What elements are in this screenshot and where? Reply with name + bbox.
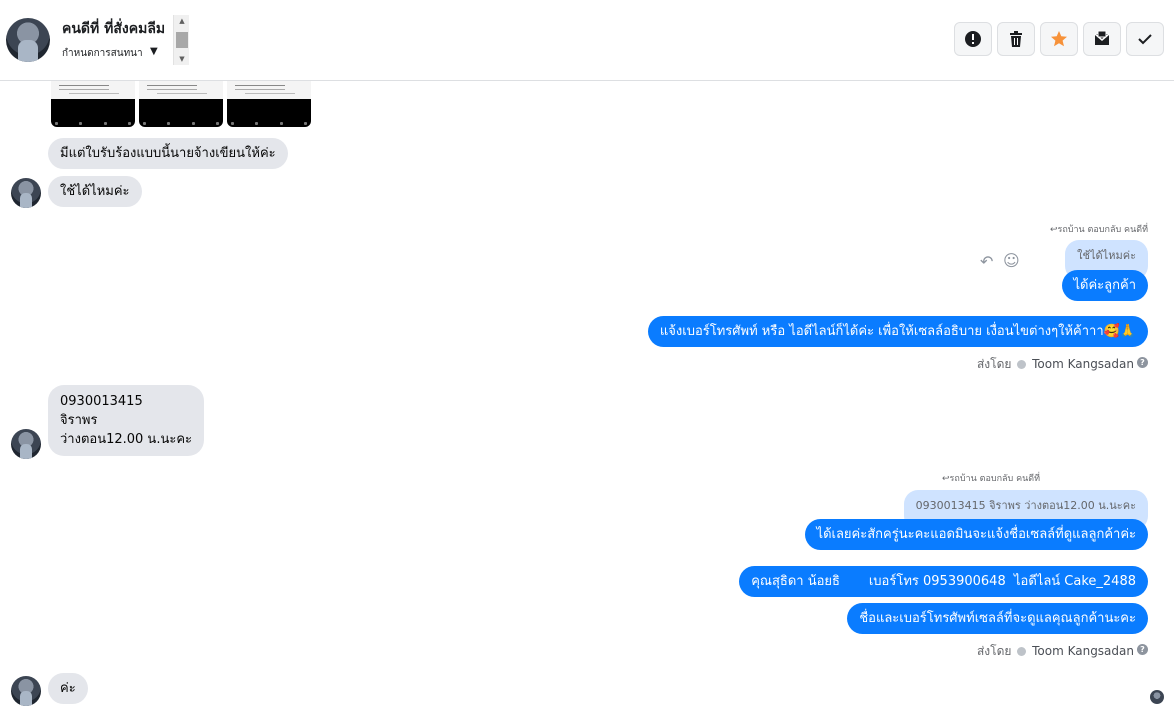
- outgoing-message[interactable]: ได้ค่ะลูกค้า: [1061, 270, 1148, 301]
- mark-spam-button[interactable]: [954, 22, 992, 56]
- mark-unread-button[interactable]: [1083, 22, 1121, 56]
- sent-by-label: ส่งโดย: [976, 357, 1012, 371]
- status-scrollbar[interactable]: ▲ ▼: [173, 15, 189, 65]
- scroll-down-icon[interactable]: ▼: [174, 53, 190, 65]
- scroll-thumb[interactable]: [176, 32, 188, 48]
- verified-icon: [1017, 360, 1027, 369]
- outgoing-message[interactable]: ชื่อและเบอร์โทรศัพท์เซลล์ที่จะดูแลคุณลูก…: [847, 603, 1148, 634]
- incoming-message[interactable]: มีแต่ใบรับร้องแบบนี้นายจ้างเขียนให้ค่ะ: [48, 138, 288, 169]
- reply-label-text: รถบ้าน ตอบกลับ คนดีที่: [1057, 225, 1148, 235]
- incoming-message[interactable]: ค่ะ: [48, 673, 88, 704]
- star-button[interactable]: [1040, 22, 1078, 56]
- message-line: 0930013415: [60, 394, 143, 409]
- attachment-image[interactable]: [51, 81, 135, 127]
- check-icon: [1138, 34, 1152, 45]
- read-receipt-avatar: [1150, 690, 1164, 704]
- reply-label: ↩รถบ้าน ตอบกลับ คนดีที่: [942, 471, 1040, 485]
- trash-icon: [1010, 31, 1022, 47]
- incoming-message[interactable]: 0930013415 จิราพร ว่างตอน12.00 น.นะคะ: [48, 385, 204, 456]
- contact-avatar-small[interactable]: [11, 178, 41, 208]
- outgoing-message[interactable]: ได้เลยค่ะสักครู่นะคะแอดมินจะแจ้งชื่อเซลล…: [804, 519, 1148, 550]
- outgoing-message[interactable]: คุณสุธิดา น้อยธิ เบอร์โทร 0953900648 ไอด…: [739, 566, 1148, 597]
- incoming-message[interactable]: ใช้ได้ไหมค่ะ: [48, 176, 142, 207]
- contact-name[interactable]: คนดีที่ ที่สั่งคมลีม: [62, 18, 174, 40]
- star-icon: [1051, 31, 1067, 47]
- reply-label-text: รถบ้าน ตอบกลับ คนดีที่: [949, 474, 1041, 484]
- message-line: ว่างตอน12.00 น.นะคะ: [60, 432, 192, 447]
- reply-label: ↩รถบ้าน ตอบกลับ คนดีที่: [1050, 222, 1148, 236]
- attachment-image[interactable]: [227, 81, 311, 127]
- sender-name[interactable]: Toom Kangsadan: [1032, 644, 1134, 658]
- help-icon[interactable]: ?: [1137, 357, 1148, 368]
- sender-name[interactable]: Toom Kangsadan: [1032, 357, 1134, 371]
- exclamation-icon: [965, 31, 981, 47]
- status-dropdown-icon[interactable]: ▼: [150, 46, 158, 57]
- outgoing-message[interactable]: แจ้งเบอร์โทรศัพท์ หรือ ไอดีไลน์ก็ได้ค่ะ …: [647, 316, 1148, 347]
- contact-avatar-small[interactable]: [11, 676, 41, 706]
- verified-icon: [1017, 647, 1027, 656]
- conversation-header: คนดีที่ ที่สั่งคมลีม กำหนดการสนทนา ▼ ▲ ▼: [0, 0, 1174, 81]
- help-icon[interactable]: ?: [1137, 644, 1148, 655]
- contact-avatar-small[interactable]: [11, 429, 41, 459]
- envelope-icon: [1094, 30, 1110, 45]
- reply-icon[interactable]: ↶: [980, 252, 993, 271]
- reply-arrow-icon: ↩: [942, 474, 950, 484]
- message-line: จิราพร: [60, 413, 98, 428]
- sent-by-info: ส่งโดย Toom Kangsadan: [977, 642, 1134, 661]
- scroll-up-icon[interactable]: ▲: [174, 15, 190, 27]
- attachment-image[interactable]: [139, 81, 223, 127]
- mark-done-button[interactable]: [1126, 22, 1164, 56]
- message-thread: มีแต่ใบรับร้องแบบนี้นายจ้างเขียนให้ค่ะ ใ…: [0, 81, 1174, 716]
- sent-by-label: ส่งโดย: [976, 644, 1012, 658]
- contact-avatar[interactable]: [6, 18, 50, 62]
- delete-button[interactable]: [997, 22, 1035, 56]
- emoji-reaction-icon[interactable]: ☺: [1003, 251, 1020, 270]
- sent-by-info: ส่งโดย Toom Kangsadan: [977, 355, 1134, 374]
